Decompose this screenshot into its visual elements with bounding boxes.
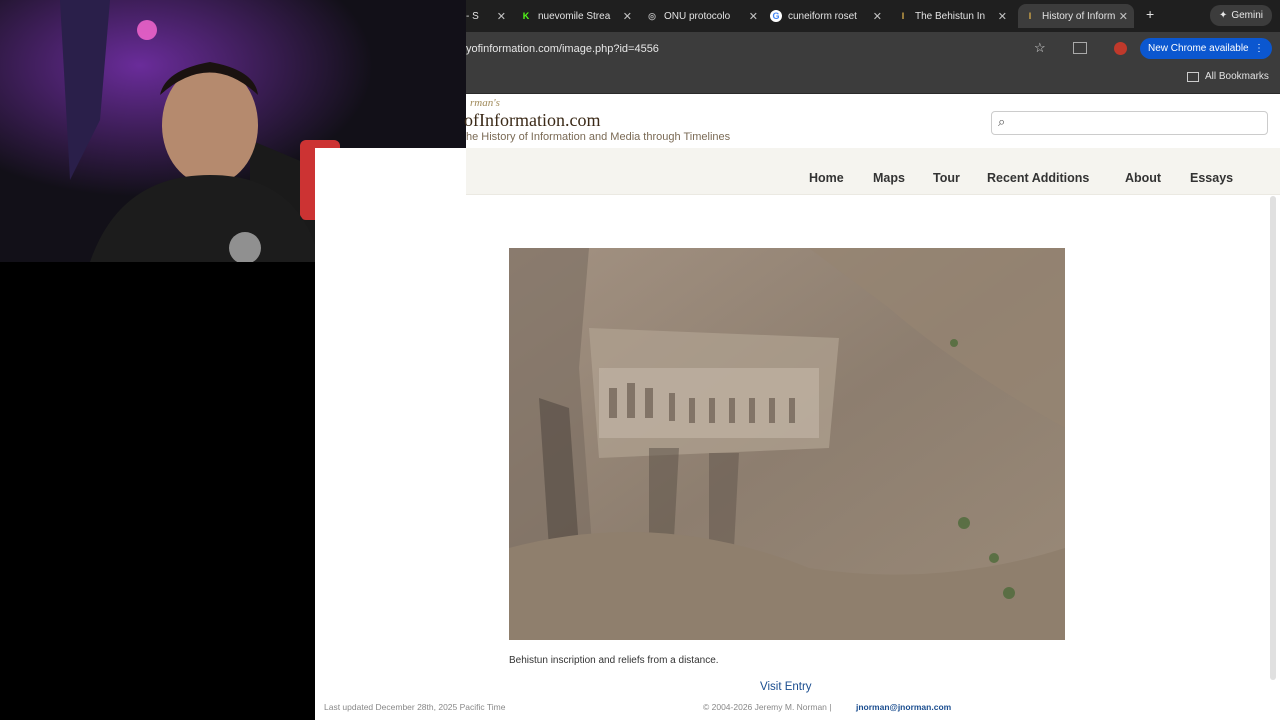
close-icon[interactable]: ✕ xyxy=(749,10,758,23)
nav-maps[interactable]: Maps xyxy=(873,171,905,185)
nav-about[interactable]: About xyxy=(1125,171,1161,185)
site-favicon-icon: I xyxy=(901,11,905,21)
close-icon[interactable]: ✕ xyxy=(497,10,506,23)
tab-active[interactable]: I History of Inform ✕ xyxy=(1018,4,1134,28)
tab-label: - S xyxy=(466,10,479,22)
tab-label: The Behistun In xyxy=(915,10,986,22)
new-chrome-button[interactable]: New Chrome available ⋮ xyxy=(1140,38,1272,59)
sparkle-icon: ✦ xyxy=(1218,10,1228,21)
nav-tour[interactable]: Tour xyxy=(933,171,960,185)
tab-0[interactable]: - S ✕ xyxy=(466,6,506,26)
url-text: yofinformation.com/image.php?id=4556 xyxy=(466,43,659,55)
bookmarks-bar xyxy=(466,65,1280,94)
tab-label: History of Inform xyxy=(1042,10,1116,22)
copyright: © 2004-2026 Jeremy M. Norman | xyxy=(703,702,832,712)
nav-recent-additions[interactable]: Recent Additions xyxy=(987,171,1089,185)
image-caption: Behistun inscription and reliefs from a … xyxy=(509,655,719,666)
all-bookmarks[interactable]: All Bookmarks xyxy=(1187,71,1269,82)
more-icon[interactable]: ⋮ xyxy=(1254,43,1264,54)
logo-prefix: rman's xyxy=(470,97,500,109)
close-icon[interactable]: ✕ xyxy=(873,10,882,23)
site-favicon-icon: I xyxy=(1028,11,1032,21)
new-tab-icon[interactable]: + xyxy=(1146,6,1154,22)
all-bookmarks-label: All Bookmarks xyxy=(1205,71,1269,82)
tab-1[interactable]: K nuevomile Strea ✕ xyxy=(520,6,632,26)
tab-4[interactable]: I The Behistun In ✕ xyxy=(897,6,1007,26)
address-bar[interactable]: yofinformation.com/image.php?id=4556 xyxy=(466,38,1066,60)
gemini-button[interactable]: ✦ Gemini xyxy=(1210,5,1272,26)
profile-icon[interactable] xyxy=(1114,42,1127,55)
tab-label: cuneiform roset xyxy=(788,10,857,22)
search-input[interactable]: ⌕ xyxy=(991,111,1268,135)
behistun-photo xyxy=(509,248,1065,640)
tab-label: ONU protocolo xyxy=(664,10,731,22)
gemini-label: Gemini xyxy=(1231,10,1264,21)
page-scrollbar[interactable] xyxy=(1270,196,1276,680)
cast-icon[interactable] xyxy=(1073,42,1087,54)
tab-3[interactable]: G cuneiform roset ✕ xyxy=(770,6,882,26)
logo[interactable]: ofInformation.com xyxy=(464,110,600,131)
visit-entry-link[interactable]: Visit Entry xyxy=(760,681,812,693)
folder-icon xyxy=(1187,71,1199,82)
nav-home[interactable]: Home xyxy=(809,171,844,185)
last-updated: Last updated December 28th, 2025 Pacific… xyxy=(324,702,506,712)
close-icon[interactable]: ✕ xyxy=(998,10,1007,23)
new-chrome-label: New Chrome available xyxy=(1148,43,1249,54)
tab-2[interactable]: ◎ ONU protocolo ✕ xyxy=(646,6,758,26)
search-icon: ⌕ xyxy=(998,114,1006,129)
kick-icon: K xyxy=(522,11,530,21)
nav-essays[interactable]: Essays xyxy=(1190,171,1233,185)
close-icon[interactable]: ✕ xyxy=(1119,10,1128,23)
globe-icon: ◎ xyxy=(648,10,656,21)
tab-label: nuevomile Strea xyxy=(538,10,611,22)
google-icon: G xyxy=(770,10,782,22)
star-icon[interactable]: ☆ xyxy=(1034,40,1046,56)
close-icon[interactable]: ✕ xyxy=(623,10,632,23)
email-link[interactable]: jnorman@jnorman.com xyxy=(856,702,951,712)
tagline: he History of Information and Media thro… xyxy=(466,131,731,143)
